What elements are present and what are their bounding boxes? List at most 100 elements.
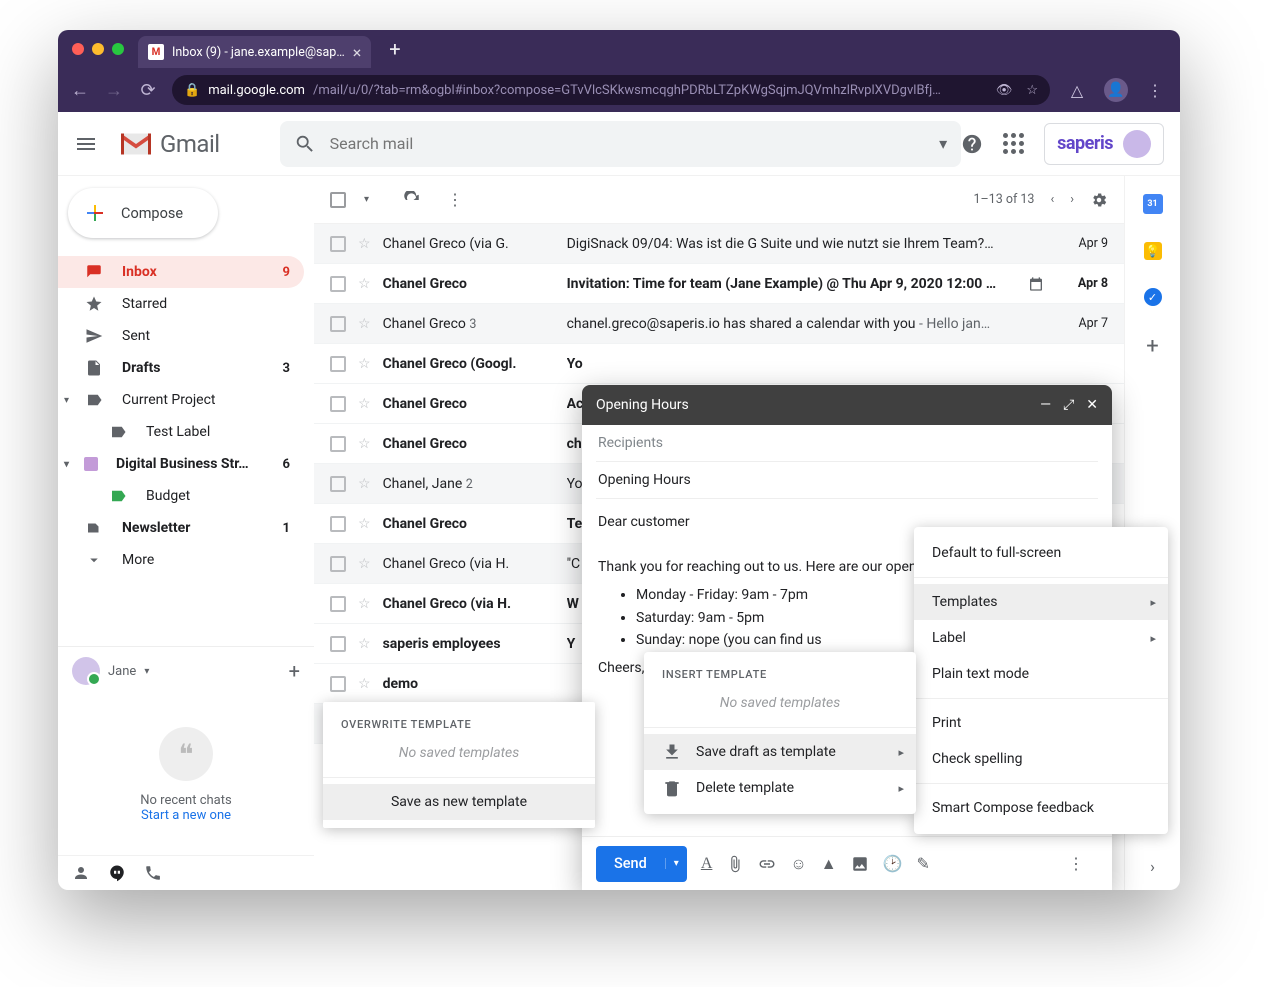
search-bar[interactable]: ▾ [280,121,962,167]
mail-checkbox[interactable] [330,596,346,612]
mail-checkbox[interactable] [330,356,346,372]
select-dropdown-icon[interactable]: ▾ [364,194,369,205]
star-icon[interactable]: ☆ [358,596,371,612]
star-icon[interactable]: ☆ [358,396,371,412]
star-icon[interactable]: ☆ [358,316,371,332]
search-input[interactable] [330,134,940,153]
delete-template-item[interactable]: Delete template ▸ [644,770,916,806]
sidebar-item-test-label[interactable]: Test Label [58,416,304,448]
image-icon[interactable] [851,855,869,873]
signature-icon[interactable]: ✎ [917,854,930,873]
sidebar-item-budget[interactable]: Budget [58,480,304,512]
sidebar-item-inbox[interactable]: Inbox9 [58,256,304,288]
next-page-icon[interactable]: › [1070,192,1074,207]
menu-item-smart-compose-feedback[interactable]: Smart Compose feedback [914,790,1168,826]
save-as-new-template-item[interactable]: Save as new template [323,784,595,820]
compose-header[interactable]: Opening Hours — ⤢ ✕ [582,385,1112,425]
send-button[interactable]: Send ▾ [596,846,687,882]
bookmark-star-icon[interactable]: ☆ [1026,83,1038,98]
sidebar-item-current-project[interactable]: ▾Current Project [58,384,304,416]
save-draft-as-template-item[interactable]: Save draft as template ▸ [644,734,916,770]
get-addons-icon[interactable]: + [1146,334,1158,359]
eye-icon[interactable]: 👁 [996,83,1013,98]
calendar-addon-icon[interactable]: 31 [1143,194,1163,214]
star-icon[interactable]: ☆ [358,236,371,252]
menu-item-plain-text-mode[interactable]: Plain text mode [914,656,1168,692]
close-compose-icon[interactable]: ✕ [1086,397,1098,413]
mail-checkbox[interactable] [330,676,346,692]
drive-insert-icon[interactable]: ▲ [821,854,837,874]
settings-gear-icon[interactable] [1090,191,1108,209]
search-options-icon[interactable]: ▾ [939,134,947,153]
keep-addon-icon[interactable]: 💡 [1144,242,1162,260]
sidebar-item-more[interactable]: More [58,544,304,576]
star-icon[interactable]: ☆ [358,476,371,492]
new-conversation-icon[interactable]: + [289,659,300,683]
hangouts-icon[interactable] [108,864,126,882]
mail-checkbox[interactable] [330,316,346,332]
attach-icon[interactable] [726,855,744,873]
apps-icon[interactable] [1003,133,1024,154]
mail-row[interactable]: ☆Chanel Greco 3chanel.greco@saperis.io h… [314,304,1124,344]
prev-page-icon[interactable]: ‹ [1050,192,1054,207]
menu-item-print[interactable]: Print [914,705,1168,741]
mail-checkbox[interactable] [330,276,346,292]
collapse-sidepanel-icon[interactable]: › [1150,857,1155,876]
close-tab-icon[interactable]: × [353,43,362,62]
mail-checkbox[interactable] [330,516,346,532]
star-icon[interactable]: ☆ [358,516,371,532]
menu-item-default-to-full-screen[interactable]: Default to full-screen [914,535,1168,571]
mail-checkbox[interactable] [330,556,346,572]
minimize-window-button[interactable] [92,43,104,55]
refresh-icon[interactable] [403,191,421,209]
star-icon[interactable]: ☆ [358,356,371,372]
reload-button[interactable]: ⟳ [138,80,158,101]
mail-row[interactable]: ☆Chanel GrecoInvitation: Time for team (… [314,264,1124,304]
minimize-compose-icon[interactable]: — [1040,397,1051,413]
phone-icon[interactable] [144,864,162,882]
mail-checkbox[interactable] [330,476,346,492]
mail-checkbox[interactable] [330,396,346,412]
select-all-checkbox[interactable] [330,192,346,208]
send-options-icon[interactable]: ▾ [665,858,687,869]
mail-checkbox[interactable] [330,236,346,252]
back-button[interactable]: ← [70,80,90,101]
maximize-window-button[interactable] [112,43,124,55]
menu-item-label[interactable]: Label▸ [914,620,1168,656]
link-icon[interactable] [758,855,776,873]
more-actions-icon[interactable]: ⋮ [447,190,463,209]
browser-menu-icon[interactable]: ⋮ [1142,77,1168,103]
mail-row[interactable]: ☆Chanel Greco (Googl.Yo [314,344,1124,384]
more-options-icon[interactable]: ⋮ [1068,854,1084,873]
person-icon[interactable] [72,864,90,882]
fullscreen-compose-icon[interactable]: ⤢ [1063,397,1074,413]
sidebar-item-drafts[interactable]: Drafts3 [58,352,304,384]
drive-icon[interactable]: △ [1064,77,1090,103]
start-chat-link[interactable]: Start a new one [141,808,231,823]
menu-item-templates[interactable]: Templates▸ [914,584,1168,620]
new-tab-button[interactable]: + [389,37,400,61]
sidebar-item-sent[interactable]: Sent [58,320,304,352]
star-icon[interactable]: ☆ [358,676,371,692]
workspace-account[interactable]: saperis [1044,123,1164,165]
hangouts-user[interactable]: Jane ▾ + [58,647,314,695]
browser-tab[interactable]: Inbox (9) - jane.example@sap… × [138,36,371,68]
address-bar[interactable]: 🔒 mail.google.com /mail/u/0/?tab=rm&ogbl… [172,75,1050,105]
gmail-logo[interactable]: Gmail [118,130,220,158]
formatting-icon[interactable]: A [701,855,713,873]
profile-avatar[interactable]: 👤 [1104,78,1128,102]
mail-checkbox[interactable] [330,436,346,452]
sidebar-item-starred[interactable]: Starred [58,288,304,320]
subject-field[interactable]: Opening Hours [596,462,1098,499]
star-icon[interactable]: ☆ [358,556,371,572]
tasks-addon-icon[interactable]: ✓ [1144,288,1162,306]
compose-button[interactable]: Compose [68,188,218,238]
menu-item-check-spelling[interactable]: Check spelling [914,741,1168,777]
emoji-icon[interactable]: ☺ [790,854,806,874]
main-menu-icon[interactable] [74,132,98,156]
star-icon[interactable]: ☆ [358,636,371,652]
star-icon[interactable]: ☆ [358,436,371,452]
sidebar-item-newsletter[interactable]: Newsletter1 [58,512,304,544]
confidential-icon[interactable]: 🕑 [883,854,903,873]
close-window-button[interactable] [72,43,84,55]
